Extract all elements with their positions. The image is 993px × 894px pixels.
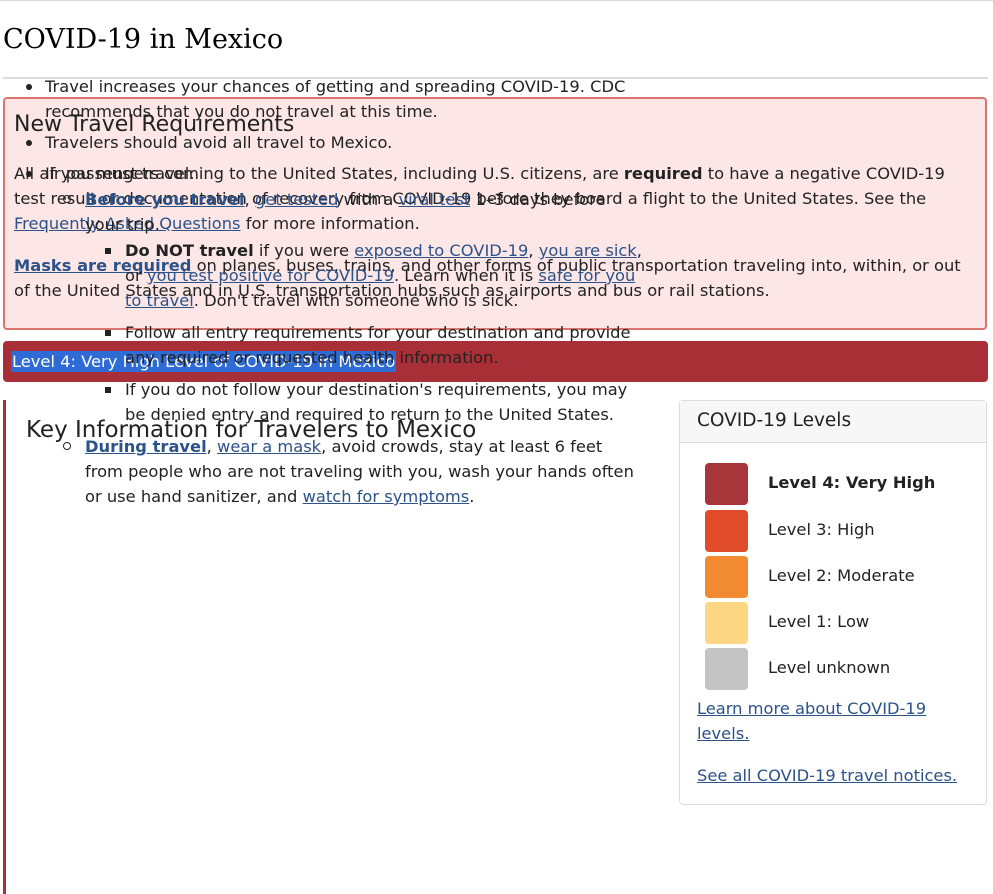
- before-travel-sublist: Do NOT travel if you were exposed to COV…: [103, 238, 643, 427]
- top-border: [0, 0, 993, 4]
- level-unknown-label: Level unknown: [768, 658, 891, 677]
- list-item: Travel increases your chances of getting…: [23, 74, 643, 124]
- page-title: COVID-19 in Mexico: [3, 24, 284, 55]
- you-are-sick-link[interactable]: you are sick: [539, 241, 637, 260]
- learn-more-levels-link[interactable]: Learn more about COVID-19 levels.: [697, 696, 957, 746]
- list-item: Before you travel, get tested with a vir…: [63, 187, 643, 427]
- see-all-notices-link[interactable]: See all COVID-19 travel notices.: [697, 763, 957, 788]
- level-1-label: Level 1: Low: [768, 612, 870, 631]
- level-2-label: Level 2: Moderate: [768, 566, 915, 585]
- level-3-label: Level 3: High: [768, 520, 875, 539]
- before-you-travel-link[interactable]: Before you travel: [85, 190, 245, 209]
- exposed-link[interactable]: exposed to COVID-19: [354, 241, 528, 260]
- watch-for-symptoms-link[interactable]: watch for symptoms: [303, 487, 470, 506]
- list-item: Do NOT travel if you were exposed to COV…: [103, 238, 643, 313]
- list-item: If you do not follow your destination's …: [103, 377, 643, 427]
- level-4-label: Level 4: Very High: [768, 473, 936, 492]
- level-unknown-swatch: [705, 648, 748, 690]
- list-item: Follow all entry requirements for your d…: [103, 320, 643, 370]
- level-4-swatch: [705, 463, 748, 505]
- test-positive-link[interactable]: you test positive for COVID-19: [147, 266, 394, 285]
- viral-test-link[interactable]: viral test: [399, 190, 471, 209]
- list-item: If you must travel: Before you travel, g…: [23, 161, 643, 509]
- level-1-swatch: [705, 602, 748, 644]
- levels-heading: COVID-19 Levels: [680, 401, 986, 443]
- level-2-swatch: [705, 556, 748, 598]
- if-you-must-travel-list: Before you travel, get tested with a vir…: [63, 187, 643, 509]
- covid-levels-panel: COVID-19 Levels Level 4: Very High Level…: [679, 400, 987, 805]
- list-item: During travel, wear a mask, avoid crowds…: [63, 434, 643, 509]
- get-tested-link[interactable]: get tested: [255, 190, 339, 209]
- wear-a-mask-link[interactable]: wear a mask: [217, 437, 321, 456]
- list-item: Travelers should avoid all travel to Mex…: [23, 130, 643, 155]
- level-3-swatch: [705, 510, 748, 552]
- key-info-list: Travel increases your chances of getting…: [23, 74, 643, 515]
- during-travel-link[interactable]: During travel: [85, 437, 207, 456]
